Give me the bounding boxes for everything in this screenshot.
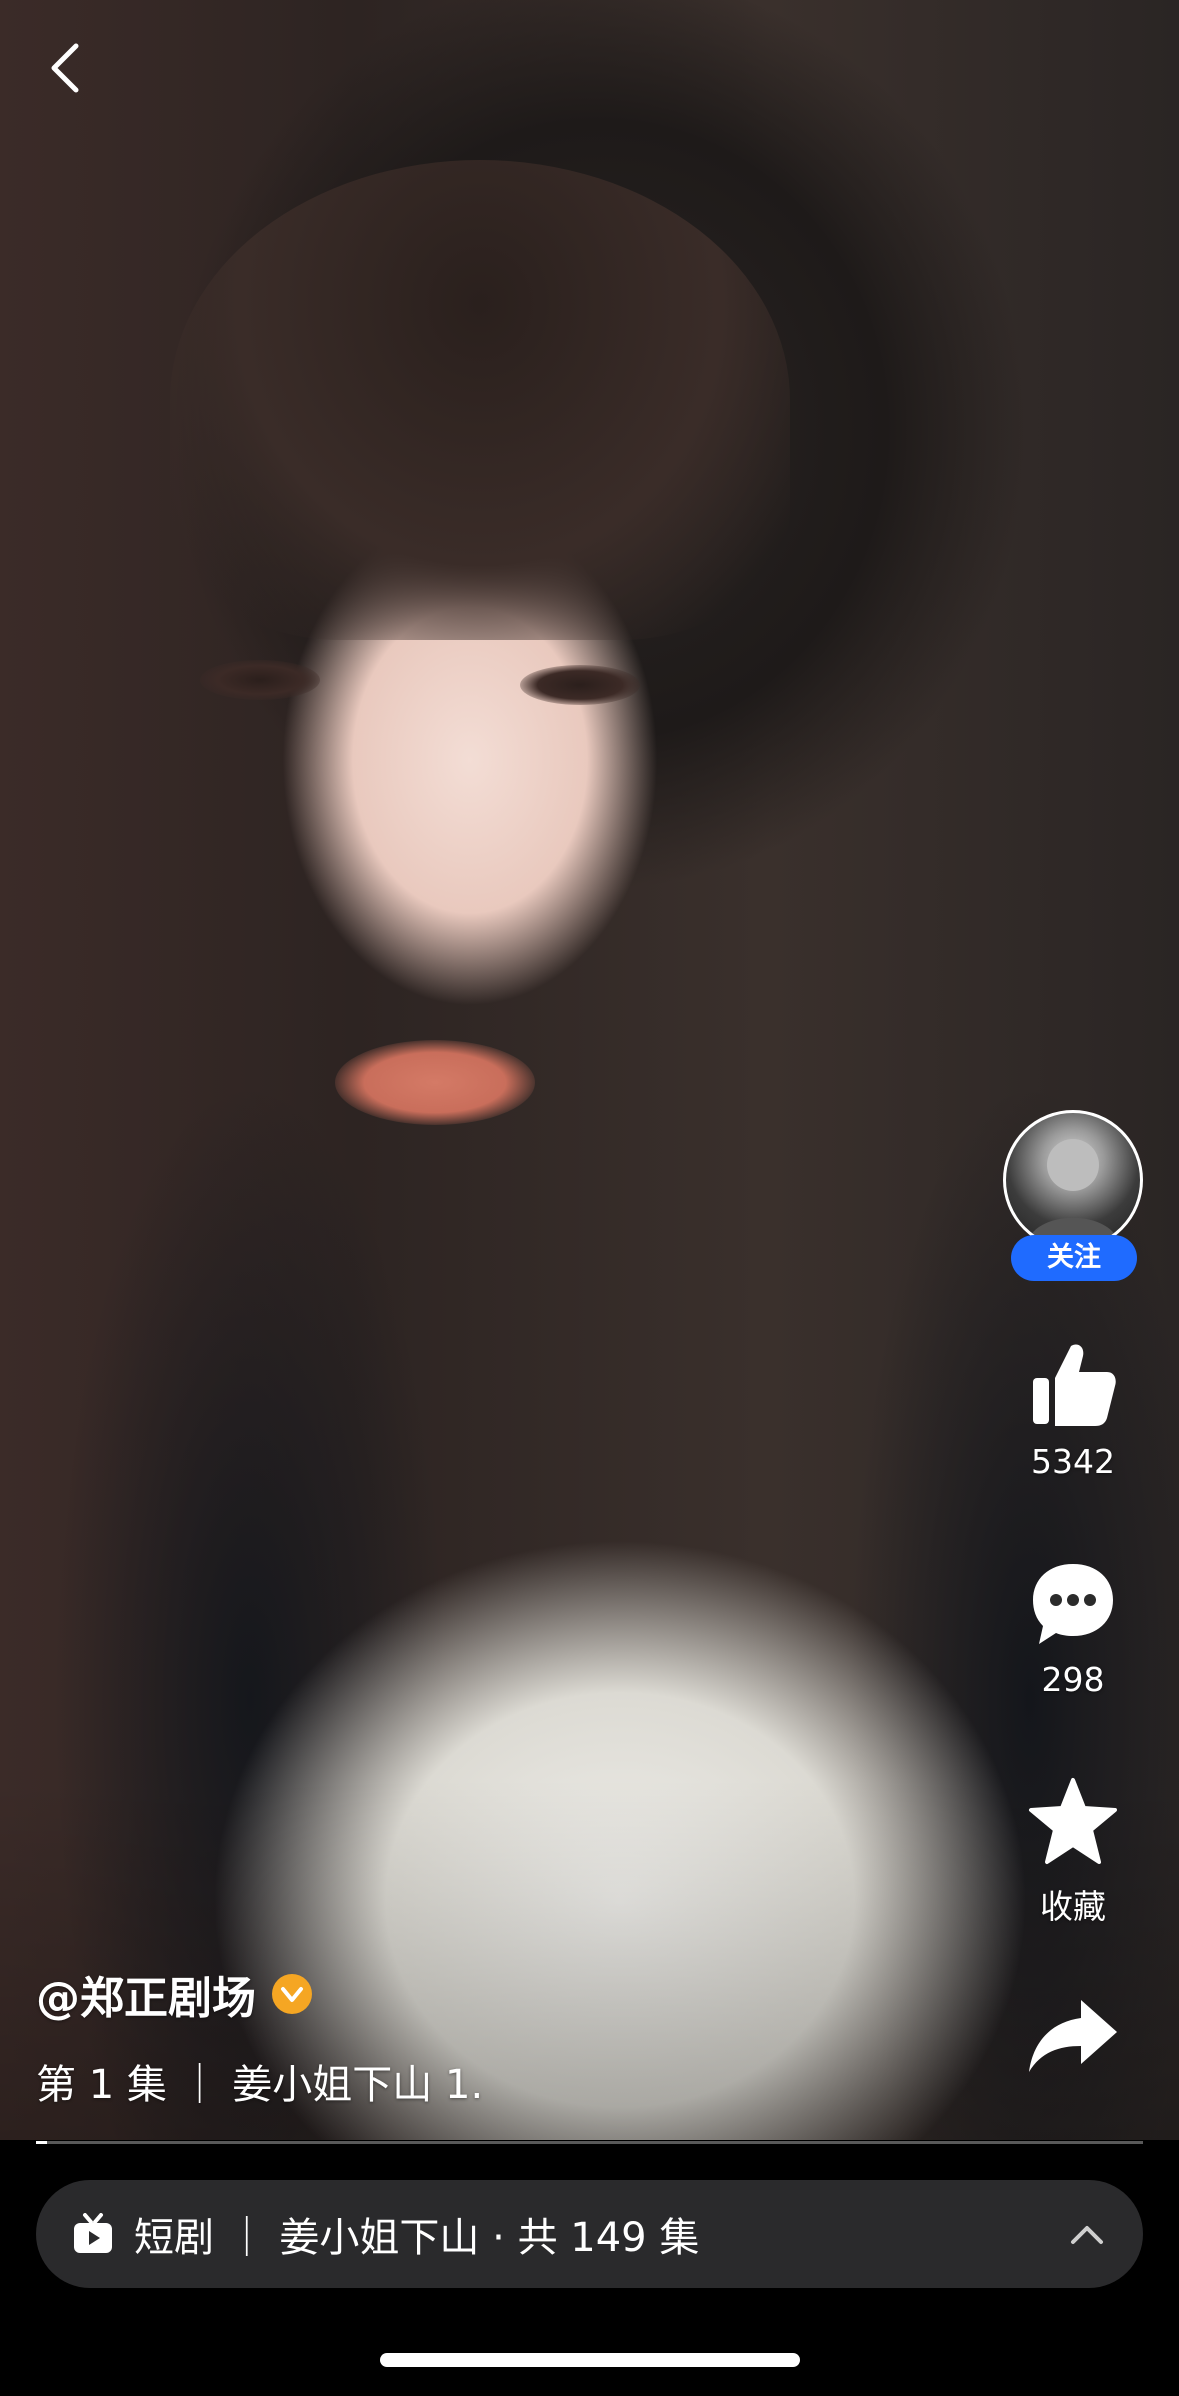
comment-button[interactable]: 298 <box>1003 1560 1143 1699</box>
video-eye-left <box>200 660 320 700</box>
favorite-label: 收藏 <box>1040 1887 1106 1926</box>
drama-series-bar[interactable]: 短剧 ｜ 姜小姐下山 · 共 149 集 <box>36 2180 1143 2288</box>
follow-button[interactable]: 关注 <box>1011 1235 1137 1281</box>
video-hair-region <box>170 160 790 640</box>
avatar-portrait-icon <box>1026 1139 1120 1247</box>
playback-progress-bar[interactable] <box>36 2141 1143 2144</box>
star-icon <box>1029 1778 1117 1864</box>
share-button[interactable] <box>1003 1996 1143 2076</box>
avatar[interactable] <box>1003 1110 1143 1250</box>
video-eye-right <box>520 665 640 705</box>
drama-tv-icon <box>74 2213 112 2253</box>
verified-badge-icon <box>272 1974 312 2014</box>
check-v-icon <box>281 1987 303 2002</box>
creator-handle-row[interactable]: @郑正剧场 <box>36 1962 312 2026</box>
thumbs-up-icon <box>1033 1344 1116 1426</box>
video-lips-region <box>335 1040 535 1125</box>
comment-bubble-icon <box>1033 1564 1113 1644</box>
creator-handle[interactable]: @郑正剧场 <box>36 1962 256 2026</box>
like-button[interactable]: 5342 <box>1003 1338 1143 1481</box>
chevron-left-icon <box>51 43 79 93</box>
like-count: 5342 <box>1031 1442 1115 1481</box>
comment-count: 298 <box>1041 1660 1105 1699</box>
playback-progress-fill <box>36 2141 48 2144</box>
creator-avatar-group[interactable]: 关注 <box>1003 1110 1143 1282</box>
episode-title: 第 1 集 ｜ 姜小姐下山 1. <box>36 2062 484 2108</box>
drama-series-label: 短剧 ｜ 姜小姐下山 · 共 149 集 <box>134 2215 700 2261</box>
chevron-up-icon[interactable] <box>1067 2216 1107 2252</box>
favorite-button[interactable]: 收藏 <box>1003 1776 1143 1928</box>
back-button[interactable] <box>36 36 100 100</box>
home-indicator[interactable] <box>380 2353 800 2367</box>
share-arrow-icon <box>1029 2000 1117 2072</box>
